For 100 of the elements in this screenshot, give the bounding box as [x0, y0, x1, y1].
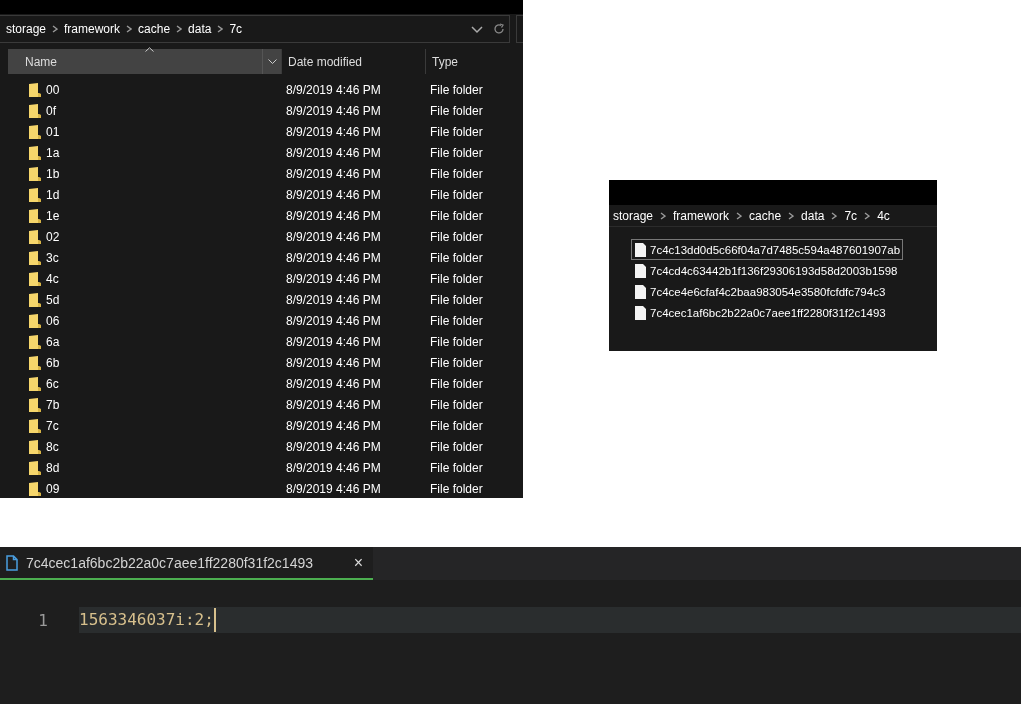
chevron-icon: [736, 211, 743, 220]
editor-tab[interactable]: 7c4cec1af6bc2b22a0c7aee1ff2280f31f2c1493 ×: [0, 547, 373, 580]
breadcrumb-item[interactable]: data: [801, 208, 825, 223]
file-item[interactable]: 7c4cec1af6bc2b22a0c7aee1ff2280f31f2c1493: [631, 302, 889, 323]
refresh-icon[interactable]: [493, 23, 505, 35]
file-name[interactable]: 02: [46, 229, 60, 244]
date-modified: 8/9/2019 4:46 PM: [286, 124, 382, 139]
file-type: File folder: [430, 418, 483, 433]
breadcrumb-item[interactable]: 4c: [877, 208, 890, 223]
folder-icon: [29, 334, 41, 349]
file-item[interactable]: 7c4c13dd0d5c66f04a7d7485c594a487601907ab: [631, 239, 904, 260]
file-name[interactable]: 7b: [46, 397, 60, 412]
file-name[interactable]: 06: [46, 313, 60, 328]
file-name[interactable]: 1e: [46, 208, 60, 223]
date-modified: 8/9/2019 4:46 PM: [286, 166, 382, 181]
column-header[interactable]: Name: [8, 49, 281, 74]
date-modified: 8/9/2019 4:46 PM: [286, 439, 382, 454]
file-type: File folder: [430, 355, 483, 370]
file-type: File folder: [430, 271, 483, 286]
chevron-icon: [788, 211, 795, 220]
close-icon[interactable]: ×: [353, 553, 363, 572]
file-name[interactable]: 6a: [46, 334, 60, 349]
chevron-down-icon[interactable]: [471, 23, 483, 35]
date-modified: 8/9/2019 4:46 PM: [286, 82, 382, 97]
file-name[interactable]: 7c: [46, 418, 59, 433]
folder-icon: [29, 166, 41, 181]
search-field[interactable]: [516, 15, 523, 43]
folder-icon: [29, 229, 41, 244]
file-type: File folder: [430, 439, 483, 454]
address-bar[interactable]: storage framework cache data 7c: [0, 15, 510, 43]
chevron-icon: [126, 25, 133, 33]
date-modified: 8/9/2019 4:46 PM: [286, 355, 382, 370]
date-modified: 8/9/2019 4:46 PM: [286, 313, 382, 328]
date-modified: 8/9/2019 4:46 PM: [286, 208, 382, 223]
file-type: File folder: [430, 376, 483, 391]
file-name[interactable]: 6b: [46, 355, 60, 370]
file-item[interactable]: 7c4ce4e6cfaf4c2baa983054e3580fcfdfc794c3: [631, 281, 889, 302]
breadcrumb-item[interactable]: data: [188, 22, 212, 36]
code-text: 1563346037i:2;: [79, 608, 216, 632]
file-name[interactable]: 4c: [46, 271, 59, 286]
date-modified: 8/9/2019 4:46 PM: [286, 250, 382, 265]
file-name[interactable]: 1b: [46, 166, 60, 181]
breadcrumb-item[interactable]: storage: [613, 208, 654, 223]
column-header[interactable]: Date modified: [281, 49, 425, 74]
date-modified: 8/9/2019 4:46 PM: [286, 397, 382, 412]
file-type: File folder: [430, 103, 483, 118]
file-name[interactable]: 09: [46, 481, 60, 496]
breadcrumb-item[interactable]: cache: [749, 208, 782, 223]
chevron-icon: [831, 211, 838, 220]
file-name[interactable]: 00: [46, 82, 60, 97]
folder-icon: [29, 145, 41, 160]
file-type: File folder: [430, 397, 483, 412]
date-modified: 8/9/2019 4:46 PM: [286, 187, 382, 202]
breadcrumb-item[interactable]: framework: [673, 208, 730, 223]
document-icon: [635, 242, 646, 257]
file-name[interactable]: 01: [46, 124, 60, 139]
chevron-icon: [217, 25, 224, 33]
breadcrumb-item[interactable]: cache: [138, 22, 171, 36]
date-modified: 8/9/2019 4:46 PM: [286, 376, 382, 391]
file-item[interactable]: 7c4cd4c63442b1f136f29306193d58d2003b1598: [631, 260, 901, 281]
file-name[interactable]: 0f: [46, 103, 56, 118]
folder-icon: [29, 250, 41, 265]
folder-icon: [29, 82, 41, 97]
file-type: File folder: [430, 481, 483, 496]
document-icon: [635, 305, 646, 320]
column-header[interactable]: Type: [425, 49, 522, 74]
file-name[interactable]: 1d: [46, 187, 60, 202]
file-type: File folder: [430, 208, 483, 223]
file-name[interactable]: 8d: [46, 460, 60, 475]
date-modified: 8/9/2019 4:46 PM: [286, 271, 382, 286]
folder-icon: [29, 124, 41, 139]
file-type: File folder: [430, 166, 483, 181]
folder-icon: [29, 187, 41, 202]
file-type: File folder: [430, 250, 483, 265]
file-name[interactable]: 6c: [46, 376, 59, 391]
date-modified: 8/9/2019 4:46 PM: [286, 292, 382, 307]
file-name[interactable]: 3c: [46, 250, 59, 265]
date-modified: 8/9/2019 4:46 PM: [286, 460, 382, 475]
file-type: File folder: [430, 145, 483, 160]
document-icon: [635, 263, 646, 278]
breadcrumb-item[interactable]: 7c: [229, 22, 243, 36]
folder-icon: [29, 376, 41, 391]
breadcrumb-item[interactable]: framework: [64, 22, 121, 36]
folder-icon: [29, 313, 41, 328]
file-name[interactable]: 5d: [46, 292, 60, 307]
folder-icon: [29, 397, 41, 412]
breadcrumb-item[interactable]: storage: [6, 22, 47, 36]
date-modified: 8/9/2019 4:46 PM: [286, 229, 382, 244]
date-modified: 8/9/2019 4:46 PM: [286, 103, 382, 118]
file-name[interactable]: 8c: [46, 439, 59, 454]
file-type: File folder: [430, 229, 483, 244]
file-name[interactable]: 1a: [46, 145, 60, 160]
folder-icon: [29, 418, 41, 433]
chevron-icon: [660, 211, 667, 220]
folder-icon: [29, 439, 41, 454]
chevron-icon: [52, 25, 59, 33]
breadcrumb-item[interactable]: 7c: [844, 208, 858, 223]
folder-icon: [29, 460, 41, 475]
folder-icon: [29, 481, 41, 496]
caret-icon[interactable]: [267, 59, 277, 64]
